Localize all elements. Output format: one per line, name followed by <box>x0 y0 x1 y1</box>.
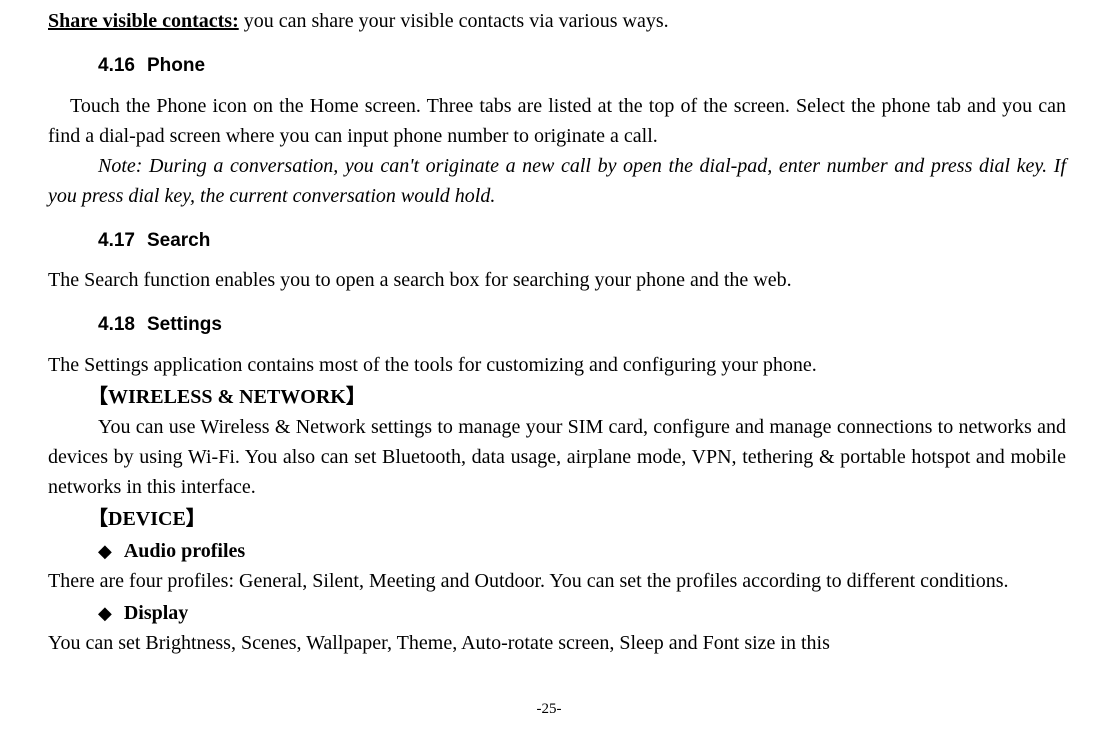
para-display: You can set Brightness, Scenes, Wallpape… <box>0 628 1066 658</box>
heading-num-4-17: 4.17 <box>98 227 135 256</box>
heading-num-4-18: 4.18 <box>98 311 135 340</box>
para-phone: Touch the Phone icon on the Home screen.… <box>0 91 1066 151</box>
heading-4-16: 4.16 Phone <box>0 52 1066 81</box>
heading-wireless-network: 【WIRELESS & NETWORK】 <box>0 382 1066 412</box>
heading-label-search: Search <box>147 227 210 256</box>
page-number: -25- <box>0 698 1098 721</box>
heading-num-4-16: 4.16 <box>98 52 135 81</box>
para-audio-profiles: There are four profiles: General, Silent… <box>0 566 1066 596</box>
para-phone-note: Note: During a conversation, you can't o… <box>0 151 1066 211</box>
heading-label-settings: Settings <box>147 311 222 340</box>
heading-label-phone: Phone <box>147 52 205 81</box>
share-visible-contacts-line: Share visible contacts: you can share yo… <box>0 6 1066 36</box>
bullet-audio-profiles: ◆ Audio profiles <box>0 536 1066 566</box>
diamond-icon: ◆ <box>98 600 112 627</box>
para-wireless: You can use Wireless & Network settings … <box>0 412 1066 502</box>
share-label: Share visible contacts: <box>48 10 239 32</box>
bullet-label-display: Display <box>124 598 188 628</box>
para-settings: The Settings application contains most o… <box>0 350 1066 380</box>
heading-device: 【DEVICE】 <box>0 504 1066 534</box>
bullet-display: ◆ Display <box>0 598 1066 628</box>
diamond-icon: ◆ <box>98 538 112 565</box>
share-text: you can share your visible contacts via … <box>239 10 669 32</box>
heading-4-17: 4.17 Search <box>0 227 1066 256</box>
bullet-label-audio: Audio profiles <box>124 536 245 566</box>
heading-4-18: 4.18 Settings <box>0 311 1066 340</box>
para-search: The Search function enables you to open … <box>0 265 1066 295</box>
